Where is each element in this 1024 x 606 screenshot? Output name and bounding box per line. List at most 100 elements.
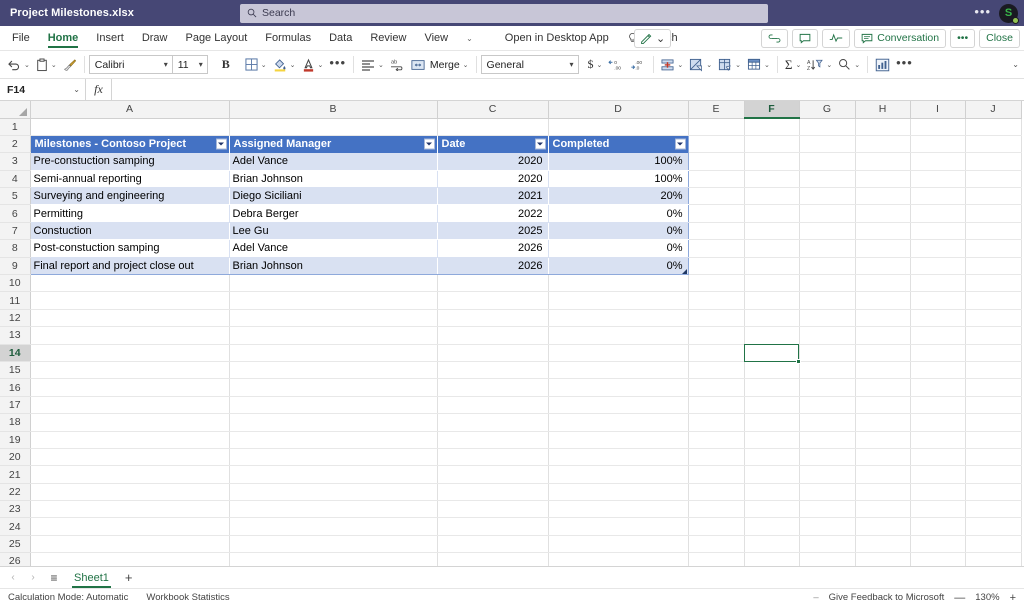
cell-J16[interactable] bbox=[965, 378, 1022, 397]
cell-G16[interactable] bbox=[799, 378, 856, 397]
cell-D14[interactable] bbox=[548, 344, 689, 362]
cell-G26[interactable] bbox=[799, 552, 856, 566]
row-header-24[interactable]: 24 bbox=[0, 517, 31, 536]
cell-D17[interactable] bbox=[548, 396, 689, 415]
cell-J7[interactable] bbox=[965, 222, 1022, 241]
table-cell-B3[interactable]: Adel Vance bbox=[229, 152, 438, 171]
tab-insert[interactable]: Insert bbox=[87, 26, 133, 50]
cell-D19[interactable] bbox=[548, 431, 689, 449]
cell-F22[interactable] bbox=[744, 483, 800, 502]
cell-H12[interactable] bbox=[855, 309, 911, 328]
cell-E2[interactable] bbox=[688, 135, 745, 154]
cell-I26[interactable] bbox=[910, 552, 966, 566]
cell-I25[interactable] bbox=[910, 535, 966, 554]
cell-E15[interactable] bbox=[688, 361, 745, 380]
cell-I17[interactable] bbox=[910, 396, 966, 415]
table-cell-C7[interactable]: 2025 bbox=[437, 222, 549, 241]
cell-J21[interactable] bbox=[965, 465, 1022, 484]
cell-H23[interactable] bbox=[855, 500, 911, 519]
table-header-cell-C2[interactable]: Date bbox=[437, 135, 549, 153]
row-header-4[interactable]: 4 bbox=[0, 170, 31, 189]
column-header-e[interactable]: E bbox=[688, 101, 745, 119]
cell-J10[interactable] bbox=[965, 274, 1022, 293]
global-search-box[interactable]: Search bbox=[240, 3, 768, 23]
cell-H6[interactable] bbox=[855, 204, 911, 223]
cell-I10[interactable] bbox=[910, 274, 966, 293]
cell-F4[interactable] bbox=[744, 170, 800, 189]
cell-F23[interactable] bbox=[744, 500, 800, 519]
cell-I1[interactable] bbox=[910, 118, 966, 136]
cell-B20[interactable] bbox=[229, 448, 438, 467]
cell-J19[interactable] bbox=[965, 431, 1022, 449]
cell-H4[interactable] bbox=[855, 170, 911, 189]
row-header-15[interactable]: 15 bbox=[0, 361, 31, 380]
cell-D25[interactable] bbox=[548, 535, 689, 554]
cell-A20[interactable] bbox=[30, 448, 230, 467]
table-header-cell-D2[interactable]: Completed bbox=[548, 135, 689, 153]
cell-C14[interactable] bbox=[437, 344, 549, 362]
cell-C26[interactable] bbox=[437, 552, 549, 566]
paste-button[interactable]: ⌄ bbox=[33, 54, 60, 76]
cell-I7[interactable] bbox=[910, 222, 966, 241]
row-header-5[interactable]: 5 bbox=[0, 187, 31, 206]
sort-and-filter-button[interactable]: AZ ⌄ bbox=[804, 54, 835, 76]
cell-B13[interactable] bbox=[229, 326, 438, 345]
table-cell-D9[interactable]: 0% bbox=[548, 257, 689, 276]
cell-G4[interactable] bbox=[799, 170, 856, 189]
table-cell-D8[interactable]: 0% bbox=[548, 239, 689, 258]
cell-E7[interactable] bbox=[688, 222, 745, 241]
cell-D21[interactable] bbox=[548, 465, 689, 484]
table-header-cell-B2[interactable]: Assigned Manager bbox=[229, 135, 438, 153]
table-cell-A8[interactable]: Post-constuction samping bbox=[30, 239, 230, 258]
column-header-j[interactable]: J bbox=[965, 101, 1022, 119]
cell-E22[interactable] bbox=[688, 483, 745, 502]
cell-C18[interactable] bbox=[437, 413, 549, 432]
row-header-22[interactable]: 22 bbox=[0, 483, 31, 502]
cell-I18[interactable] bbox=[910, 413, 966, 432]
cell-J1[interactable] bbox=[965, 118, 1022, 136]
cell-H25[interactable] bbox=[855, 535, 911, 554]
cell-B23[interactable] bbox=[229, 500, 438, 519]
table-cell-C9[interactable]: 2026 bbox=[437, 257, 549, 276]
cell-G20[interactable] bbox=[799, 448, 856, 467]
cell-B17[interactable] bbox=[229, 396, 438, 415]
cell-I12[interactable] bbox=[910, 309, 966, 328]
select-all-button[interactable] bbox=[0, 101, 31, 119]
cell-G24[interactable] bbox=[799, 517, 856, 536]
cell-B26[interactable] bbox=[229, 552, 438, 566]
fill-color-button[interactable]: ⌄ bbox=[270, 54, 299, 76]
cell-I16[interactable] bbox=[910, 378, 966, 397]
decrease-decimal-button[interactable]: 0.00 bbox=[605, 54, 627, 76]
cell-D26[interactable] bbox=[548, 552, 689, 566]
cell-H26[interactable] bbox=[855, 552, 911, 566]
cell-E4[interactable] bbox=[688, 170, 745, 189]
cell-A24[interactable] bbox=[30, 517, 230, 536]
row-header-8[interactable]: 8 bbox=[0, 239, 31, 258]
table-cell-A3[interactable]: Pre-constuction samping bbox=[30, 152, 230, 171]
cell-B25[interactable] bbox=[229, 535, 438, 554]
cell-E23[interactable] bbox=[688, 500, 745, 519]
cell-B19[interactable] bbox=[229, 431, 438, 449]
cell-E17[interactable] bbox=[688, 396, 745, 415]
cell-J12[interactable] bbox=[965, 309, 1022, 328]
table-cell-D7[interactable]: 0% bbox=[548, 222, 689, 241]
cell-H17[interactable] bbox=[855, 396, 911, 415]
cell-J25[interactable] bbox=[965, 535, 1022, 554]
cell-G7[interactable] bbox=[799, 222, 856, 241]
cell-F12[interactable] bbox=[744, 309, 800, 328]
cell-C1[interactable] bbox=[437, 118, 549, 136]
format-as-table-button[interactable]: ⌄ bbox=[715, 54, 744, 76]
cell-H2[interactable] bbox=[855, 135, 911, 154]
row-header-26[interactable]: 26 bbox=[0, 552, 31, 566]
sheet-tab-sheet1[interactable]: Sheet1 bbox=[66, 567, 117, 588]
row-header-9[interactable]: 9 bbox=[0, 257, 31, 276]
share-link-button[interactable] bbox=[761, 28, 789, 48]
cell-I24[interactable] bbox=[910, 517, 966, 536]
cell-C22[interactable] bbox=[437, 483, 549, 502]
add-sheet-button[interactable]: + bbox=[119, 569, 139, 587]
cell-I5[interactable] bbox=[910, 187, 966, 206]
table-cell-B9[interactable]: Brian Johnson bbox=[229, 257, 438, 276]
row-header-13[interactable]: 13 bbox=[0, 326, 31, 345]
cell-E10[interactable] bbox=[688, 274, 745, 293]
cell-E5[interactable] bbox=[688, 187, 745, 206]
